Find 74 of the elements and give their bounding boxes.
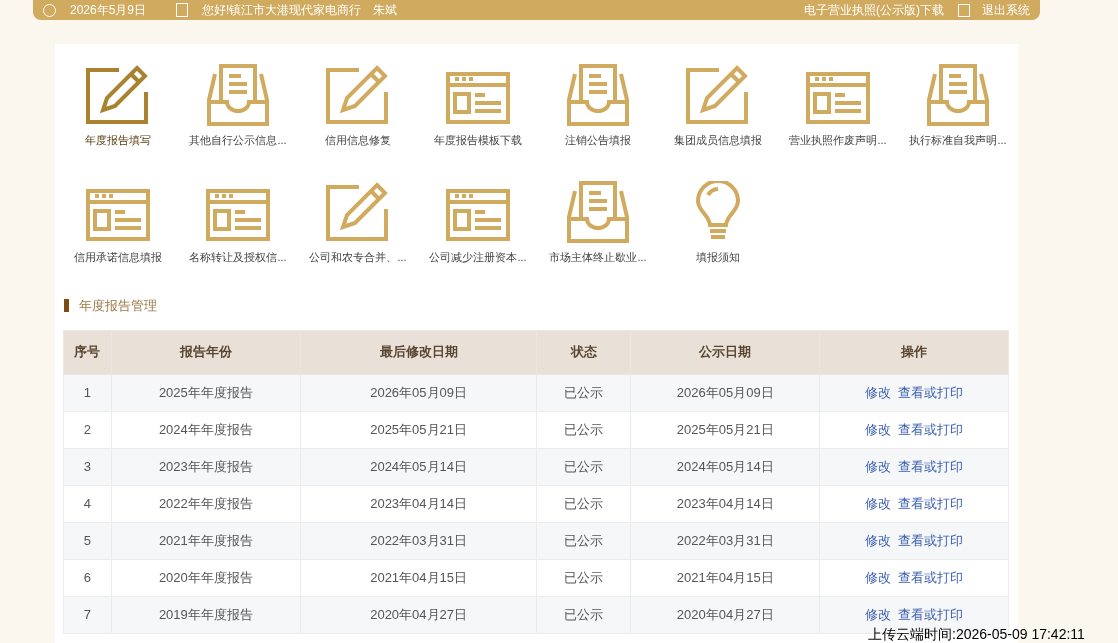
edit-link[interactable]: 修改 <box>865 569 892 585</box>
table-cell: 2020年年度报告 <box>111 559 301 596</box>
shortcut-label[interactable]: 执行标准自我声明... <box>909 132 1007 149</box>
table-cell: 已公示 <box>536 596 631 633</box>
table-cell: 已公示 <box>536 559 631 596</box>
shortcut-label[interactable]: 年度报告填写 <box>85 132 151 149</box>
shortcut-label[interactable]: 营业执照作废声明... <box>789 132 887 149</box>
table-cell: 2024年年度报告 <box>111 411 301 448</box>
shortcut-label[interactable]: 信用承诺信息填报 <box>74 248 162 265</box>
edit-link[interactable]: 修改 <box>865 606 892 622</box>
table-cell: 6 <box>63 559 112 596</box>
view-print-link[interactable]: 查看或打印 <box>898 606 964 622</box>
shortcut-label[interactable]: 填报须知 <box>696 248 740 265</box>
shortcut-label[interactable]: 公司减少注册资本... <box>429 248 527 265</box>
table-cell: 1 <box>63 374 112 411</box>
table-cell: 2021年04月15日 <box>630 559 820 596</box>
column-header: 公示日期 <box>630 330 820 374</box>
view-print-link[interactable]: 查看或打印 <box>898 458 964 474</box>
view-print-link[interactable]: 查看或打印 <box>898 384 964 400</box>
table-cell: 2021年年度报告 <box>111 522 301 559</box>
table-cell: 4 <box>63 485 112 522</box>
date-text: 2026年5月9日 <box>70 2 147 19</box>
table-cell: 2022年03月31日 <box>300 522 537 559</box>
table-cell: 2025年05月21日 <box>300 411 537 448</box>
column-header: 操作 <box>819 330 1009 374</box>
view-print-link[interactable]: 查看或打印 <box>898 532 964 548</box>
table-cell: 2025年05月21日 <box>630 411 820 448</box>
table-cell: 已公示 <box>536 522 631 559</box>
table-cell: 2026年05月09日 <box>630 374 820 411</box>
table-cell: 7 <box>63 596 112 633</box>
table-cell: 2023年04月14日 <box>300 485 537 522</box>
section-title: 年度报告管理 <box>79 297 157 315</box>
table-cell: 2024年05月14日 <box>630 448 820 485</box>
table-cell: 已公示 <box>536 448 631 485</box>
shortcut-label[interactable]: 其他自行公示信息... <box>189 132 287 149</box>
table-cell: 已公示 <box>536 374 631 411</box>
upload-time-text: 上传云端时间:2026-05-09 17:42:11 <box>868 626 1085 642</box>
table-cell: 2019年年度报告 <box>111 596 301 633</box>
view-print-link[interactable]: 查看或打印 <box>898 421 964 437</box>
shortcut-label[interactable]: 名称转让及授权信... <box>189 248 287 265</box>
section-marker <box>64 299 69 313</box>
shortcut-label[interactable]: 注销公告填报 <box>565 132 631 149</box>
column-header: 报告年份 <box>111 330 301 374</box>
table-cell: 2026年05月09日 <box>300 374 537 411</box>
table-cell: 2021年04月15日 <box>300 559 537 596</box>
view-print-link[interactable]: 查看或打印 <box>898 569 964 585</box>
shortcut-label[interactable]: 市场主体终止歇业... <box>549 248 647 265</box>
shortcut-label[interactable]: 公司和农专合并、... <box>309 248 407 265</box>
shortcut-label[interactable]: 年度报告模板下载 <box>434 132 522 149</box>
edit-link[interactable]: 修改 <box>865 458 892 474</box>
table-cell: 2022年03月31日 <box>630 522 820 559</box>
column-header: 最后修改日期 <box>300 330 537 374</box>
shortcut-label[interactable]: 集团成员信息填报 <box>674 132 762 149</box>
column-header: 序号 <box>63 330 112 374</box>
table-cell: 已公示 <box>536 411 631 448</box>
edit-link[interactable]: 修改 <box>865 495 892 511</box>
view-print-link[interactable]: 查看或打印 <box>898 495 964 511</box>
edit-link[interactable]: 修改 <box>865 384 892 400</box>
table-cell: 5 <box>63 522 112 559</box>
column-header: 状态 <box>536 330 631 374</box>
edit-link[interactable]: 修改 <box>865 421 892 437</box>
shortcut-label[interactable]: 信用信息修复 <box>325 132 391 149</box>
table-cell: 2 <box>63 411 112 448</box>
edit-link[interactable]: 修改 <box>865 532 892 548</box>
table-cell: 2022年年度报告 <box>111 485 301 522</box>
table-cell: 2023年年度报告 <box>111 448 301 485</box>
table-cell: 2020年04月27日 <box>300 596 537 633</box>
table-cell: 2024年05月14日 <box>300 448 537 485</box>
table-cell: 已公示 <box>536 485 631 522</box>
table-cell: 2023年04月14日 <box>630 485 820 522</box>
table-cell: 2025年年度报告 <box>111 374 301 411</box>
greeting-text: 您好!镇江市大港现代家电商行 朱斌 <box>202 2 398 19</box>
table-cell: 2020年04月27日 <box>630 596 820 633</box>
table-cell: 3 <box>63 448 112 485</box>
